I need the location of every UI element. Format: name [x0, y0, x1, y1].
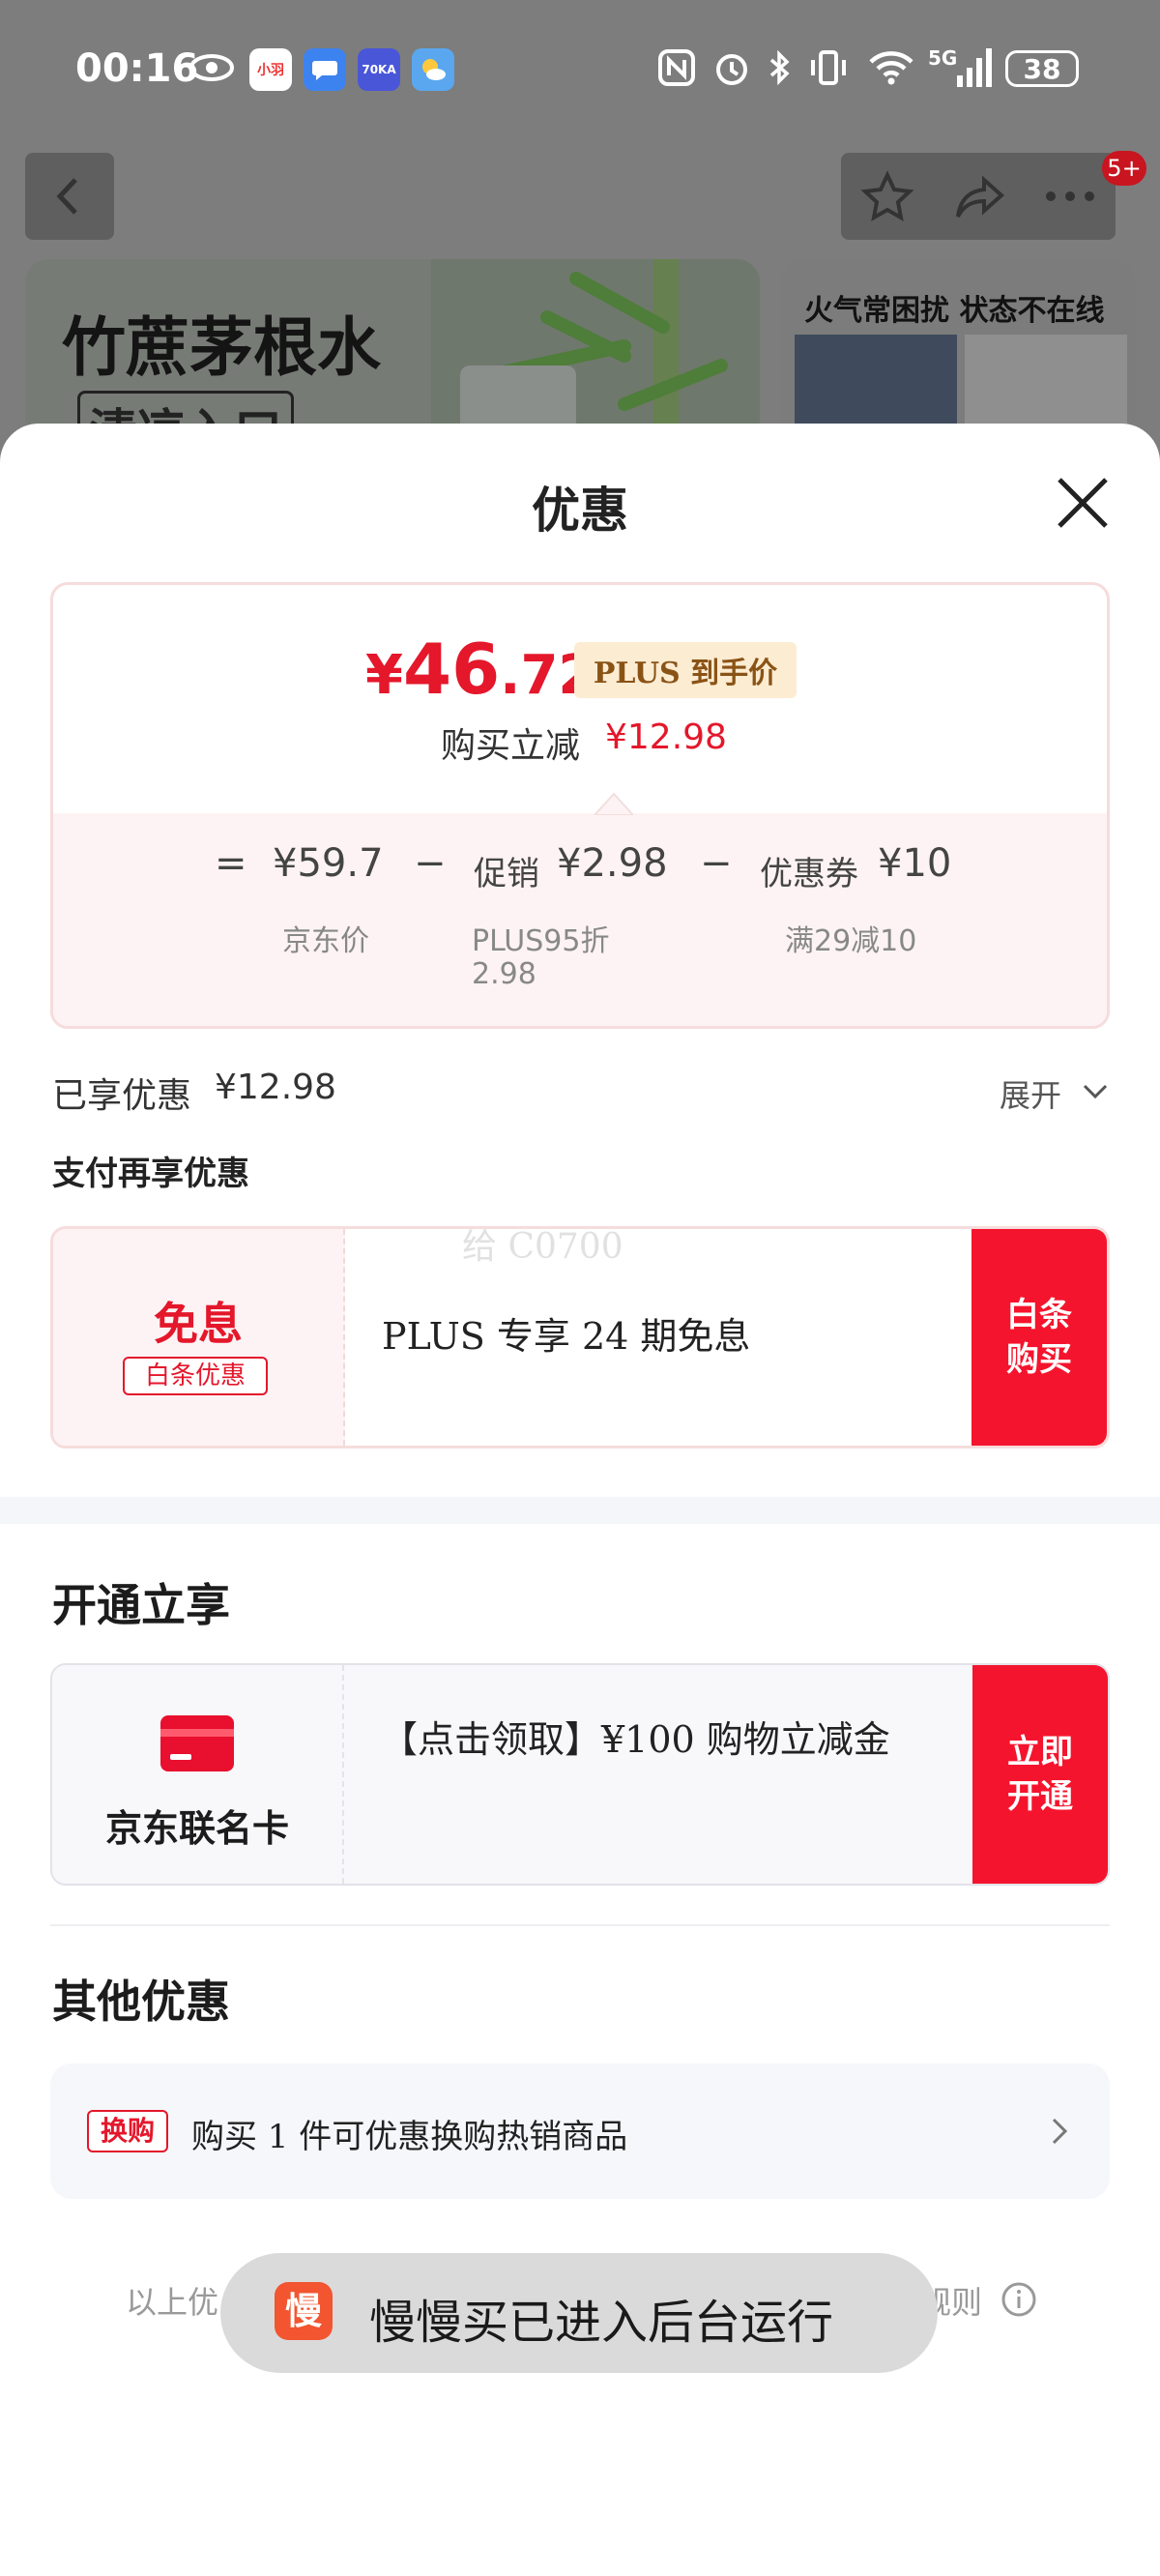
minus-sign-2: − — [700, 841, 733, 886]
side-banner-title: 火气常困扰 状态不在线 — [804, 294, 1105, 328]
alarm-icon — [710, 46, 753, 89]
messages-app-icon — [304, 48, 346, 91]
top-actions — [841, 153, 1116, 240]
promo-note-amount: 2.98 — [472, 957, 536, 991]
jd-price-label: 京东价 — [282, 924, 369, 958]
star-icon[interactable] — [860, 170, 914, 222]
xiaozhu-app-icon: 小羽 — [249, 48, 292, 91]
final-price: ¥46.72 — [365, 629, 596, 710]
offer-tag-area: 免息 白条优惠 — [53, 1229, 345, 1446]
chevron-left-icon — [56, 178, 77, 215]
other-offer-item[interactable]: 换购 购买 1 件可优惠换购热销商品 — [50, 2064, 1110, 2199]
enjoyed-label: 已享优惠 — [52, 1076, 192, 1116]
background-toast: 慢 慢慢买已进入后台运行 — [220, 2253, 938, 2373]
buy-discount-value: ¥12.98 — [605, 717, 727, 757]
chevron-down-icon[interactable] — [1081, 1079, 1110, 1102]
wifi-icon — [866, 46, 916, 89]
cobrand-card-side: 京东联名卡 — [52, 1665, 344, 1884]
baitiao-tag: 白条优惠 — [123, 1357, 268, 1395]
equals-sign: = — [215, 841, 247, 886]
close-icon[interactable] — [1052, 472, 1114, 534]
plus-price-tag: PLUS 到手价 — [574, 642, 797, 698]
exchange-tag: 换购 — [87, 2110, 168, 2152]
banner-title: 竹蔗茅根水 — [62, 309, 381, 385]
baitiao-offer-desc: PLUS 专享 24 期免息 — [382, 1315, 751, 1358]
share-icon[interactable] — [953, 172, 1007, 220]
nfc-icon — [657, 46, 696, 89]
open-now-button[interactable]: 立即 开通 — [972, 1665, 1108, 1884]
more-icon[interactable] — [1042, 182, 1098, 211]
70ka-app-icon: 70KA — [358, 48, 400, 91]
back-button[interactable] — [25, 153, 114, 240]
weather-app-icon — [412, 48, 454, 91]
info-icon[interactable] — [1000, 2280, 1038, 2319]
promo-label: 促销 — [474, 855, 539, 893]
watermark-text: 给 C0700 — [462, 1227, 624, 1267]
footer-note-left: 以上优 — [126, 2284, 219, 2321]
cobrand-card-name: 京东联名卡 — [104, 1806, 289, 1850]
coupon-value: ¥10 — [878, 841, 952, 886]
message-badge: 5+ — [1102, 151, 1146, 186]
chevron-right-icon — [1052, 2118, 1068, 2145]
interest-free-tag: 免息 — [154, 1298, 243, 1350]
pay-section-label: 支付再享优惠 — [52, 1155, 249, 1193]
pointer-arrow — [594, 792, 633, 815]
buy-discount-label: 购买立减 — [441, 726, 581, 766]
coupon-label: 优惠券 — [760, 855, 858, 893]
toast-message: 慢慢买已进入后台运行 — [369, 2296, 834, 2350]
vibrate-icon — [806, 46, 851, 89]
other-section-title: 其他优惠 — [52, 1976, 230, 2028]
bluetooth-icon — [766, 46, 795, 89]
eye-icon — [188, 46, 236, 89]
status-bar: 00:16 小羽 70KA 5G 38 — [0, 0, 1160, 135]
cobrand-offer-desc: 【点击领取】¥100 购物立减金 — [381, 1718, 890, 1761]
minus-sign: − — [414, 841, 447, 886]
signal-icon: 5G — [928, 46, 994, 89]
credit-card-icon — [160, 1715, 234, 1771]
status-time: 00:16 — [75, 46, 199, 91]
sheet-title: 优惠 — [532, 482, 628, 539]
promo-value: ¥2.98 — [557, 841, 668, 886]
exchange-offer-text: 购买 1 件可优惠换购热销商品 — [191, 2118, 628, 2156]
separator-line — [50, 1924, 1110, 1926]
cobrand-card-offer[interactable]: 京东联名卡 【点击领取】¥100 购物立减金 立即 开通 — [50, 1663, 1110, 1886]
jd-price: ¥59.7 — [273, 841, 384, 886]
expand-button[interactable]: 展开 — [1000, 1071, 1061, 1116]
battery-indicator: 38 — [1005, 50, 1079, 87]
baitiao-buy-button[interactable]: 白条 购买 — [972, 1229, 1107, 1446]
section-divider — [0, 1497, 1160, 1524]
manmanmai-app-icon: 慢 — [275, 2282, 333, 2340]
promo-note: PLUS95折 — [472, 924, 610, 958]
coupon-note: 满29减10 — [785, 924, 917, 958]
open-section-title: 开通立享 — [52, 1579, 230, 1631]
enjoyed-value: ¥12.98 — [215, 1068, 336, 1107]
